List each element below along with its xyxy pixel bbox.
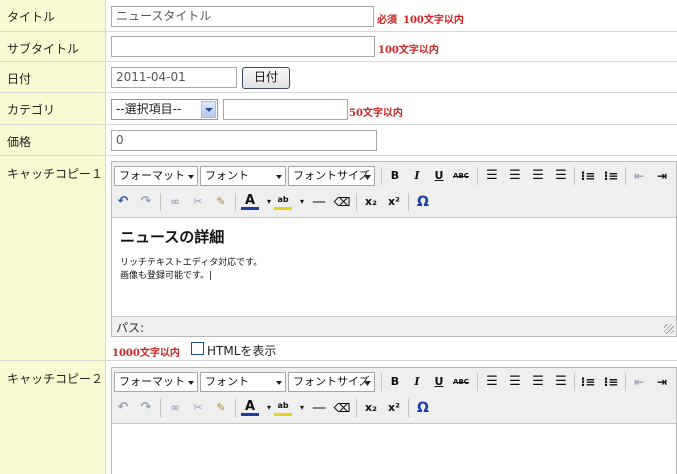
editor-path-bar: パス: xyxy=(112,316,676,336)
align-right-icon[interactable]: ☰ xyxy=(529,373,547,391)
bullet-list-icon[interactable]: ⁝≡ xyxy=(579,373,597,391)
catch1-editor: フォーマット フォント フォントサイズ B I U ABC ☰ ☰ ☰ ☰ ⁝≡… xyxy=(111,161,677,337)
highlight-color-icon[interactable]: ab xyxy=(274,399,292,416)
title-input[interactable]: ニュースタイトル xyxy=(111,6,374,27)
category-limit-note: 50文字以内 xyxy=(349,108,403,119)
row-title: タイトル ニュースタイトル 必須 100文字以内 xyxy=(0,0,677,32)
highlight-dropdown-icon[interactable]: ▾ xyxy=(293,399,311,417)
align-center-icon[interactable]: ☰ xyxy=(506,167,524,185)
cleanup-icon[interactable]: ✎ xyxy=(212,399,230,417)
align-left-icon[interactable]: ☰ xyxy=(483,373,501,391)
numbered-list-icon[interactable]: ⁝≡ xyxy=(602,373,620,391)
title-limit-note: 100文字以内 xyxy=(403,15,464,26)
superscript-icon[interactable]: x² xyxy=(385,193,403,211)
undo-icon[interactable]: ↶ xyxy=(114,399,132,417)
required-badge: 必須 xyxy=(377,15,397,26)
highlight-dropdown-icon[interactable]: ▾ xyxy=(293,193,311,211)
special-char-icon[interactable]: Ω xyxy=(414,193,432,211)
price-label: 価格 xyxy=(0,125,106,155)
underline-icon[interactable]: U xyxy=(430,373,448,391)
row-price: 価格 0 xyxy=(0,125,677,156)
outdent-icon[interactable]: ⇤ xyxy=(630,167,648,185)
strikethrough-icon[interactable]: ABC xyxy=(452,373,470,391)
indent-icon[interactable]: ⇥ xyxy=(653,373,671,391)
font-select[interactable]: フォント xyxy=(200,166,286,186)
price-input[interactable]: 0 xyxy=(111,130,377,151)
format-select[interactable]: フォーマット xyxy=(114,372,198,392)
row-category: カテゴリ --選択項目-- 50文字以内 xyxy=(0,93,677,125)
category-selected-value: --選択項目-- xyxy=(116,102,182,116)
link-icon[interactable]: ∞ xyxy=(166,399,184,417)
bold-icon[interactable]: B xyxy=(386,373,404,391)
font-select[interactable]: フォント xyxy=(200,372,286,392)
font-size-select[interactable]: フォントサイズ xyxy=(288,166,375,186)
italic-icon[interactable]: I xyxy=(408,167,426,185)
catch1-limit-note: 1000文字以内 xyxy=(112,348,180,359)
redo-icon[interactable]: ↷ xyxy=(137,193,155,211)
content-line-1: リッチテキストエディタ対応です。 xyxy=(120,258,263,268)
bullet-list-icon[interactable]: ⁝≡ xyxy=(579,167,597,185)
eraser-icon[interactable]: ⌫ xyxy=(333,193,351,211)
catch2-toolbar: フォーマット フォント フォントサイズ B I U ABC ☰ ☰ ☰ ☰ ⁝≡… xyxy=(112,368,676,424)
content-heading: ニュースの詳細 xyxy=(120,228,225,246)
category-label: カテゴリ xyxy=(0,93,106,124)
date-label: 日付 xyxy=(0,62,106,92)
font-size-select[interactable]: フォントサイズ xyxy=(288,372,375,392)
strikethrough-icon[interactable]: ABC xyxy=(452,167,470,185)
content-line-2: 画像も登録可能です。| xyxy=(120,271,213,281)
align-center-icon[interactable]: ☰ xyxy=(506,373,524,391)
subtitle-input[interactable] xyxy=(111,36,375,57)
format-select[interactable]: フォーマット xyxy=(114,166,198,186)
horizontal-rule-icon[interactable]: — xyxy=(310,193,328,211)
indent-icon[interactable]: ⇥ xyxy=(653,167,671,185)
bold-icon[interactable]: B xyxy=(386,167,404,185)
row-subtitle: サブタイトル 100文字以内 xyxy=(0,32,677,62)
date-picker-button[interactable]: 日付 xyxy=(242,67,290,89)
subtitle-limit-note: 100文字以内 xyxy=(378,45,439,56)
underline-icon[interactable]: U xyxy=(430,167,448,185)
path-label: パス: xyxy=(116,321,145,335)
catch1-label: キャッチコピー１ xyxy=(0,156,106,360)
catch2-content[interactable] xyxy=(112,424,676,474)
eraser-icon[interactable]: ⌫ xyxy=(333,399,351,417)
horizontal-rule-icon[interactable]: — xyxy=(310,399,328,417)
category-input[interactable] xyxy=(223,99,348,120)
align-justify-icon[interactable]: ☰ xyxy=(552,373,570,391)
date-input[interactable]: 2011-04-01 xyxy=(111,67,237,88)
numbered-list-icon[interactable]: ⁝≡ xyxy=(602,167,620,185)
special-char-icon[interactable]: Ω xyxy=(414,399,432,417)
outdent-icon[interactable]: ⇤ xyxy=(630,373,648,391)
title-label: タイトル xyxy=(0,0,106,31)
italic-icon[interactable]: I xyxy=(408,373,426,391)
catch1-content[interactable]: ニュースの詳細 リッチテキストエディタ対応です。 画像も登録可能です。| xyxy=(112,218,676,316)
show-html-label: HTMLを表示 xyxy=(207,344,277,358)
unlink-icon[interactable]: ✂ xyxy=(189,193,207,211)
text-color-icon[interactable]: A xyxy=(241,193,259,210)
catch2-label: キャッチコピー２ xyxy=(0,361,106,474)
align-justify-icon[interactable]: ☰ xyxy=(552,167,570,185)
subscript-icon[interactable]: x₂ xyxy=(362,193,380,211)
cleanup-icon[interactable]: ✎ xyxy=(212,193,230,211)
category-select[interactable]: --選択項目-- xyxy=(111,99,218,120)
align-right-icon[interactable]: ☰ xyxy=(529,167,547,185)
subscript-icon[interactable]: x₂ xyxy=(362,399,380,417)
redo-icon[interactable]: ↷ xyxy=(137,399,155,417)
superscript-icon[interactable]: x² xyxy=(385,399,403,417)
text-color-icon[interactable]: A xyxy=(241,399,259,416)
unlink-icon[interactable]: ✂ xyxy=(189,399,207,417)
highlight-color-icon[interactable]: ab xyxy=(274,193,292,210)
align-left-icon[interactable]: ☰ xyxy=(483,167,501,185)
show-html-checkbox[interactable] xyxy=(191,342,204,355)
subtitle-label: サブタイトル xyxy=(0,32,106,61)
resize-handle-icon[interactable] xyxy=(664,324,674,334)
catch2-editor: フォーマット フォント フォントサイズ B I U ABC ☰ ☰ ☰ ☰ ⁝≡… xyxy=(111,367,677,474)
catch1-toolbar: フォーマット フォント フォントサイズ B I U ABC ☰ ☰ ☰ ☰ ⁝≡… xyxy=(112,162,676,218)
link-icon[interactable]: ∞ xyxy=(166,193,184,211)
undo-icon[interactable]: ↶ xyxy=(114,193,132,211)
row-date: 日付 2011-04-01 日付 xyxy=(0,62,677,93)
chevron-down-icon[interactable] xyxy=(201,101,216,118)
